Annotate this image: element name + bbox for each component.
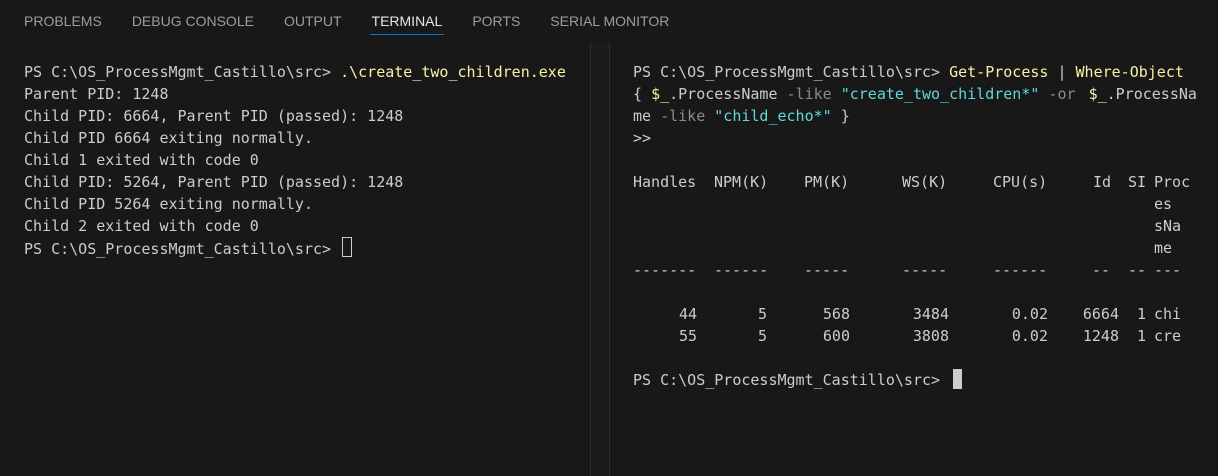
table-cell: 5 <box>757 327 767 345</box>
column-header: Id <box>1093 173 1112 191</box>
column-header: SI <box>1128 173 1147 191</box>
tab-ports[interactable]: PORTS <box>470 12 522 34</box>
column-header: CPU(s) <box>993 173 1048 191</box>
table-cell: 1248 <box>1082 327 1119 345</box>
output-line: Child PID 6664 exiting normally. <box>24 129 313 147</box>
left-terminal[interactable]: PS C:\OS_ProcessMgmt_Castillo\src> .\cre… <box>0 52 590 476</box>
table-cell: 1 <box>1136 327 1146 345</box>
final-prompt-line: PS C:\OS_ProcessMgmt_Castillo\src> <box>633 369 963 391</box>
prompt: PS C:\OS_ProcessMgmt_Castillo\src> <box>633 371 950 389</box>
continuation-prompt: >> <box>633 129 652 147</box>
table-cell: 568 <box>822 305 850 323</box>
column-header: Proc <box>1154 173 1191 191</box>
output-line: Child PID: 5264, Parent PID (passed): 12… <box>24 173 404 191</box>
property: .ProcessName <box>669 85 787 103</box>
prompt: PS C:\OS_ProcessMgmt_Castillo\src> <box>633 63 950 81</box>
right-terminal[interactable]: PS C:\OS_ProcessMgmt_Castillo\src> Get-P… <box>608 52 1218 476</box>
column-header: PM(K) <box>804 173 850 191</box>
column-separator: ------ <box>714 261 769 279</box>
table-cell: 44 <box>678 305 697 323</box>
operator: -like <box>660 107 715 125</box>
variable: $_ <box>1088 85 1107 103</box>
tab-serial-monitor[interactable]: SERIAL MONITOR <box>548 12 671 34</box>
property: .ProcessNa <box>1106 85 1197 103</box>
string-literal: "create_two_children*" <box>840 85 1040 103</box>
output-line: Child 2 exited with code 0 <box>24 217 259 235</box>
column-separator: ----- <box>902 261 948 279</box>
output-line: Child PID 5264 exiting normally. <box>24 195 313 213</box>
column-header: sNa <box>1154 217 1182 235</box>
table-cell: 600 <box>822 327 850 345</box>
table-cell: cre <box>1154 327 1182 345</box>
column-header: Handles <box>633 173 697 191</box>
tab-debug-console[interactable]: DEBUG CONSOLE <box>130 12 256 34</box>
table-cell: 0.02 <box>1011 305 1048 323</box>
table-cell: 55 <box>678 327 697 345</box>
column-header: NPM(K) <box>714 173 769 191</box>
table-cell: 3808 <box>912 327 949 345</box>
column-header: me <box>1154 239 1173 257</box>
output-line: Child PID: 6664, Parent PID (passed): 12… <box>24 107 404 125</box>
terminal-cursor <box>953 369 963 389</box>
prompt: PS C:\OS_ProcessMgmt_Castillo\src> <box>24 240 341 258</box>
column-separator: ------ <box>993 261 1048 279</box>
operator: -or <box>1039 85 1085 103</box>
pipe-operator: | <box>1048 63 1076 81</box>
operator: -like <box>786 85 841 103</box>
command-line: me -like "child_echo*" } <box>633 105 850 127</box>
tab-output[interactable]: OUTPUT <box>282 12 344 34</box>
final-prompt-line: PS C:\OS_ProcessMgmt_Castillo\src> <box>24 237 353 259</box>
brace: { <box>633 85 652 103</box>
table-cell: chi <box>1154 305 1182 323</box>
column-separator: ------- <box>633 261 697 279</box>
terminal-cursor <box>342 237 353 257</box>
command-line: PS C:\OS_ProcessMgmt_Castillo\src> Get-P… <box>633 61 1184 83</box>
tab-terminal[interactable]: TERMINAL <box>369 12 445 35</box>
variable: $_ <box>651 85 670 103</box>
panel-tab-bar: PROBLEMS DEBUG CONSOLE OUTPUT TERMINAL P… <box>0 0 1218 42</box>
cmdlet: Where-Object <box>1075 63 1184 81</box>
output-line: Parent PID: 1248 <box>24 85 169 103</box>
column-separator: ----- <box>804 261 850 279</box>
property: me <box>633 107 661 125</box>
table-cell: 3484 <box>912 305 949 323</box>
terminal-split-divider[interactable] <box>590 42 610 476</box>
prompt: PS C:\OS_ProcessMgmt_Castillo\src> <box>24 63 341 81</box>
command-line: PS C:\OS_ProcessMgmt_Castillo\src> .\cre… <box>24 61 566 83</box>
table-cell: 1 <box>1136 305 1146 323</box>
string-literal: "child_echo*" <box>714 107 832 125</box>
table-cell: 0.02 <box>1011 327 1048 345</box>
column-separator: --- <box>1154 261 1182 279</box>
output-line: Child 1 exited with code 0 <box>24 151 259 169</box>
table-cell: 5 <box>757 305 767 323</box>
column-header: es <box>1154 195 1173 213</box>
column-separator: -- <box>1128 261 1147 279</box>
column-header: WS(K) <box>902 173 948 191</box>
cmdlet: Get-Process <box>949 63 1049 81</box>
table-cell: 6664 <box>1082 305 1119 323</box>
column-separator: -- <box>1092 261 1111 279</box>
command-line: { $_.ProcessName -like "create_two_child… <box>633 83 1197 105</box>
tab-problems[interactable]: PROBLEMS <box>22 12 104 34</box>
command-text: .\create_two_children.exe <box>340 63 566 81</box>
brace: } <box>831 107 850 125</box>
